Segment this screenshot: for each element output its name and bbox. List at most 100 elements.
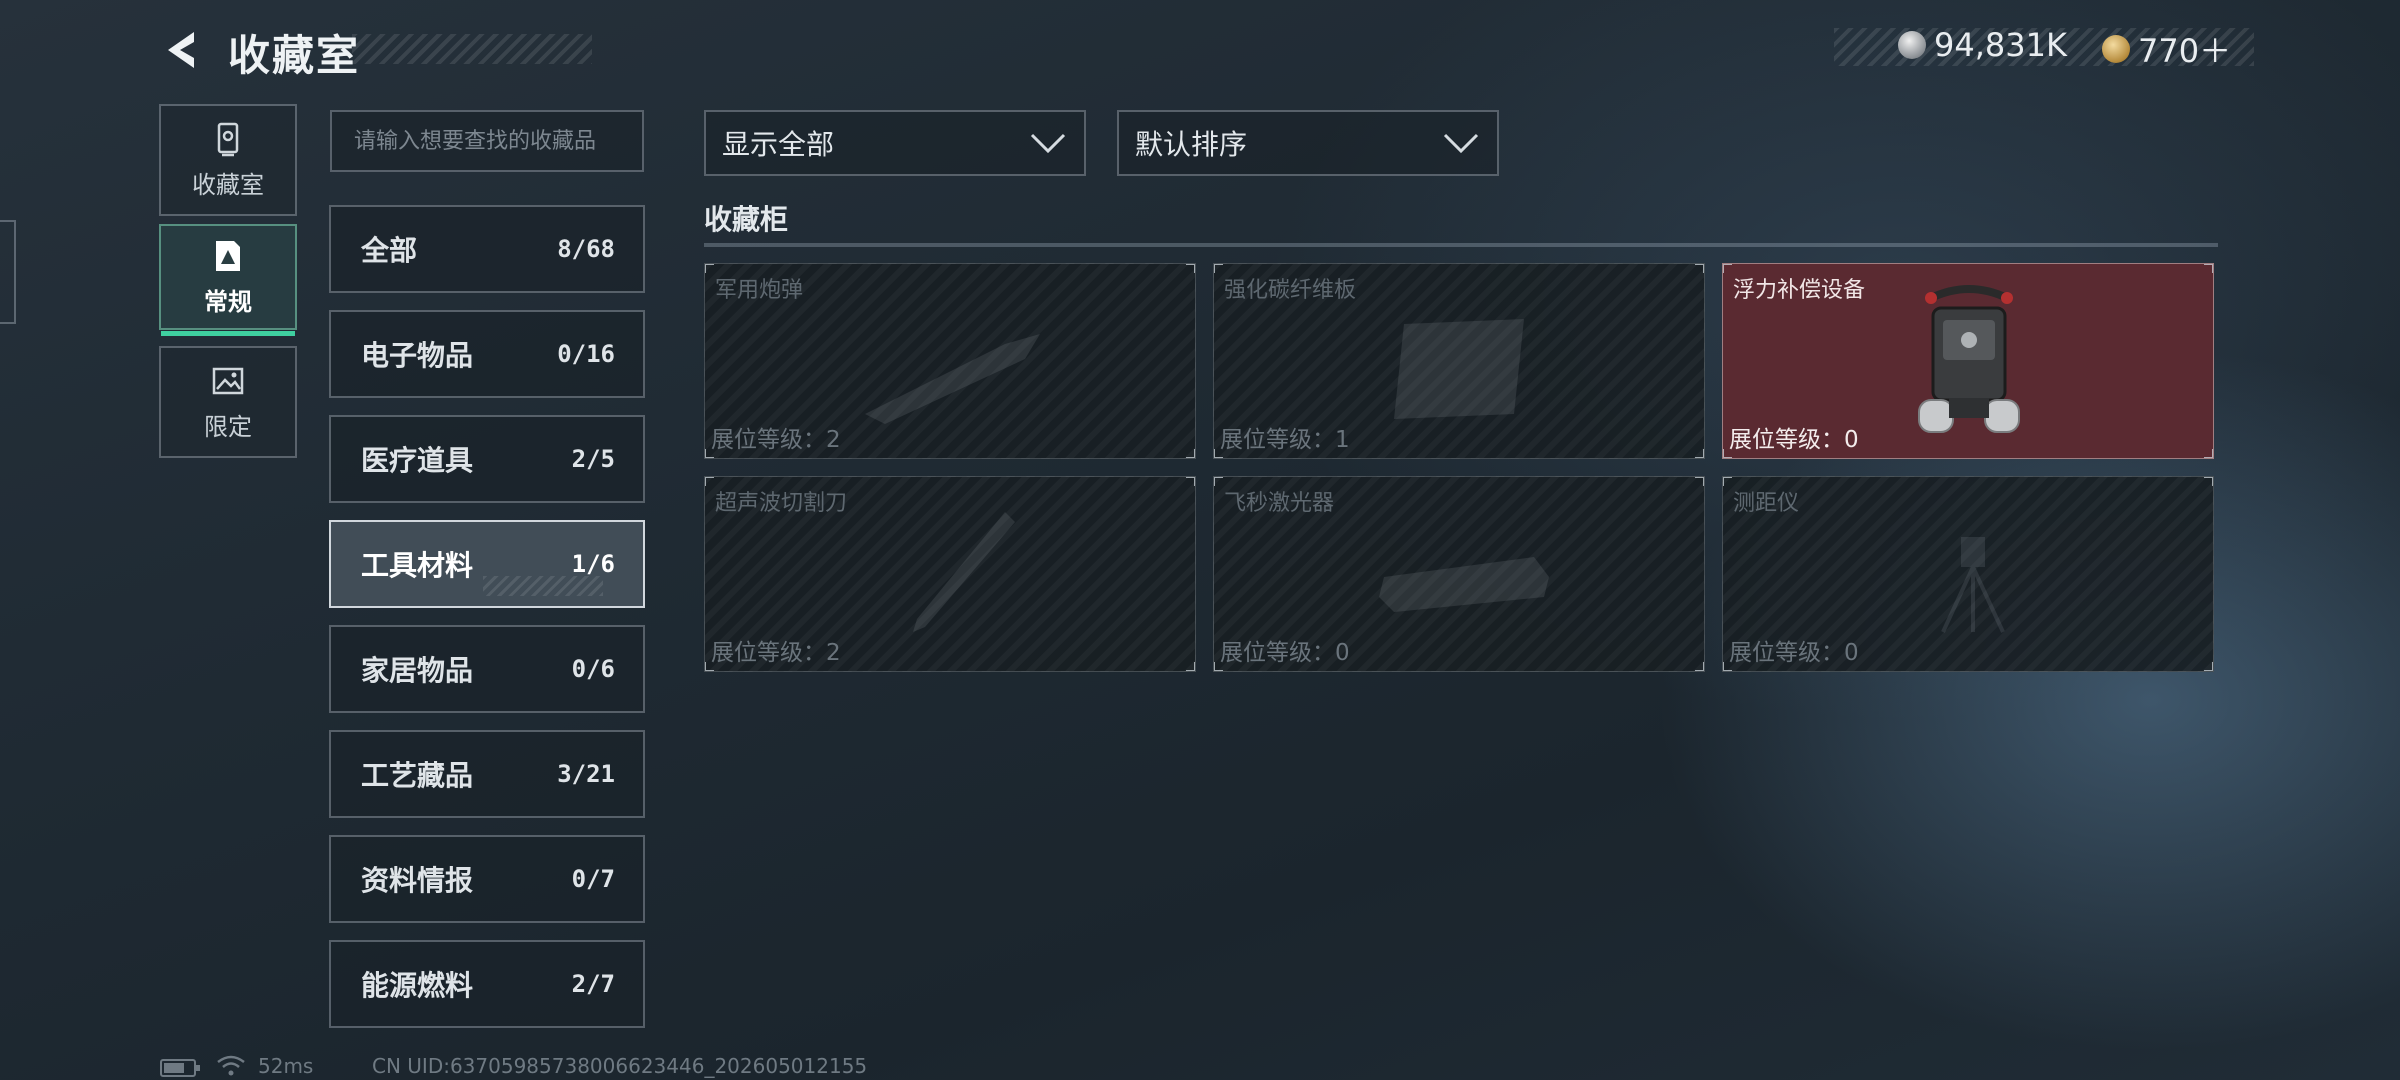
card-item-name: 测距仪 (1733, 491, 1800, 516)
card-corner (1695, 449, 1704, 458)
card-corner (1723, 662, 1732, 671)
card-item-name: 飞秒激光器 (1224, 491, 1335, 516)
card-item-name: 军用炮弹 (715, 278, 804, 303)
card-corner (1186, 449, 1195, 458)
gold-amount: 770＋ (2138, 32, 2232, 70)
category-all[interactable]: 全部 8/68 (329, 205, 645, 293)
uid-text: CN UID:63705985738006623446_202605012155 (372, 1054, 868, 1078)
shell-silhouette-icon (865, 334, 1040, 424)
category-count: 3/21 (557, 760, 615, 788)
card-corner (1214, 662, 1223, 671)
card-corner (705, 477, 714, 486)
card-item-name: 强化碳纤维板 (1224, 278, 1357, 303)
side-tab-label: 限定 (204, 412, 252, 441)
category-name: 全部 (361, 234, 418, 267)
buoyancy-device-icon (1918, 285, 2020, 433)
currency-gold[interactable]: 770＋ (2102, 26, 2231, 72)
wifi-icon (217, 1055, 245, 1076)
card-corner (1186, 662, 1195, 671)
section-divider (704, 243, 2218, 247)
side-tab-label: 收藏室 (192, 170, 264, 199)
card-corner (1186, 477, 1195, 486)
category-count: 2/5 (571, 445, 615, 473)
image-icon (212, 367, 244, 394)
back-arrow-icon (168, 32, 194, 68)
collection-card-owned[interactable]: 浮力补偿设备 展位等级：0 (1722, 263, 2214, 459)
category-tools[interactable]: 工具材料 1/6 (329, 520, 645, 608)
edge-handle[interactable] (0, 220, 16, 324)
card-corner (1695, 264, 1704, 273)
card-corner (2204, 264, 2213, 273)
category-intel[interactable]: 资料情报 0/7 (329, 835, 645, 923)
collection-card[interactable]: 飞秒激光器 展位等级：0 (1213, 476, 1705, 672)
battery-icon (160, 1059, 200, 1077)
card-corner (705, 449, 714, 458)
card-level: 展位等级：0 (1729, 640, 1859, 666)
card-corner (1214, 449, 1223, 458)
category-count: 2/7 (571, 970, 615, 998)
page-title: 收藏室 (228, 31, 361, 80)
title-decoration (352, 34, 592, 64)
chevron-down-icon (1443, 133, 1479, 154)
category-medical[interactable]: 医疗道具 2/5 (329, 415, 645, 503)
card-item-name: 超声波切割刀 (715, 491, 848, 516)
card-item-name: 浮力补偿设备 (1733, 278, 1866, 303)
filter-value: 显示全部 (722, 128, 835, 161)
collection-card[interactable]: 军用炮弹 展位等级：2 (704, 263, 1196, 459)
category-electronics[interactable]: 电子物品 0/16 (329, 310, 645, 398)
card-corner (1723, 477, 1732, 486)
laser-silhouette-icon (1379, 557, 1549, 612)
silver-amount: 94,831K (1934, 26, 2067, 64)
category-energy[interactable]: 能源燃料 2/7 (329, 940, 645, 1028)
collection-card[interactable]: 超声波切割刀 展位等级：2 (704, 476, 1196, 672)
category-name: 家居物品 (361, 654, 474, 687)
card-corner (1214, 264, 1223, 273)
currency-silver[interactable]: 94,831K (1898, 26, 2067, 64)
card-corner (1695, 477, 1704, 486)
category-count: 0/6 (571, 655, 615, 683)
category-name: 能源燃料 (361, 969, 474, 1002)
active-indicator (161, 331, 295, 336)
back-button[interactable] (160, 28, 204, 72)
rangefinder-silhouette-icon (1941, 537, 2005, 633)
category-crafts[interactable]: 工艺藏品 3/21 (329, 730, 645, 818)
ping-value: 52ms (258, 1054, 314, 1078)
card-corner (2204, 449, 2213, 458)
card-corner (2204, 662, 2213, 671)
card-level: 展位等级：0 (1220, 640, 1350, 666)
category-name: 工艺藏品 (361, 759, 474, 792)
card-level: 展位等级：0 (1729, 427, 1859, 453)
side-tab-collection-room[interactable]: 收藏室 (159, 104, 297, 216)
card-corner (1695, 662, 1704, 671)
card-level: 展位等级：2 (711, 427, 841, 453)
card-corner (2204, 477, 2213, 486)
cutter-silhouette-icon (913, 512, 1015, 632)
side-tab-regular[interactable]: 常规 (159, 224, 297, 336)
sort-dropdown[interactable]: 默认排序 (1117, 110, 1499, 176)
collection-card[interactable]: 强化碳纤维板 展位等级：1 (1213, 263, 1705, 459)
document-icon (216, 240, 240, 271)
gold-coin-icon (2102, 35, 2130, 63)
search-input[interactable] (332, 112, 642, 170)
category-count: 0/16 (557, 340, 615, 368)
card-corner (1214, 477, 1223, 486)
category-name: 电子物品 (361, 339, 474, 372)
filter-dropdown[interactable]: 显示全部 (704, 110, 1086, 176)
side-tab-limited[interactable]: 限定 (159, 346, 297, 458)
search-box[interactable] (330, 110, 644, 172)
category-name: 工具材料 (361, 549, 474, 582)
card-corner (1723, 264, 1732, 273)
section-title: 收藏柜 (704, 203, 789, 236)
category-name: 医疗道具 (361, 444, 474, 477)
category-name: 资料情报 (361, 864, 474, 897)
cabinet-icon (217, 122, 239, 156)
card-corner (1186, 264, 1195, 273)
chevron-down-icon (1030, 133, 1066, 154)
collection-card[interactable]: 测距仪 展位等级：0 (1722, 476, 2214, 672)
panel-silhouette-icon (1394, 319, 1524, 419)
category-household[interactable]: 家居物品 0/6 (329, 625, 645, 713)
card-corner (1723, 449, 1732, 458)
category-count: 8/68 (557, 235, 615, 263)
card-corner (705, 264, 714, 273)
card-level: 展位等级：1 (1220, 427, 1350, 453)
